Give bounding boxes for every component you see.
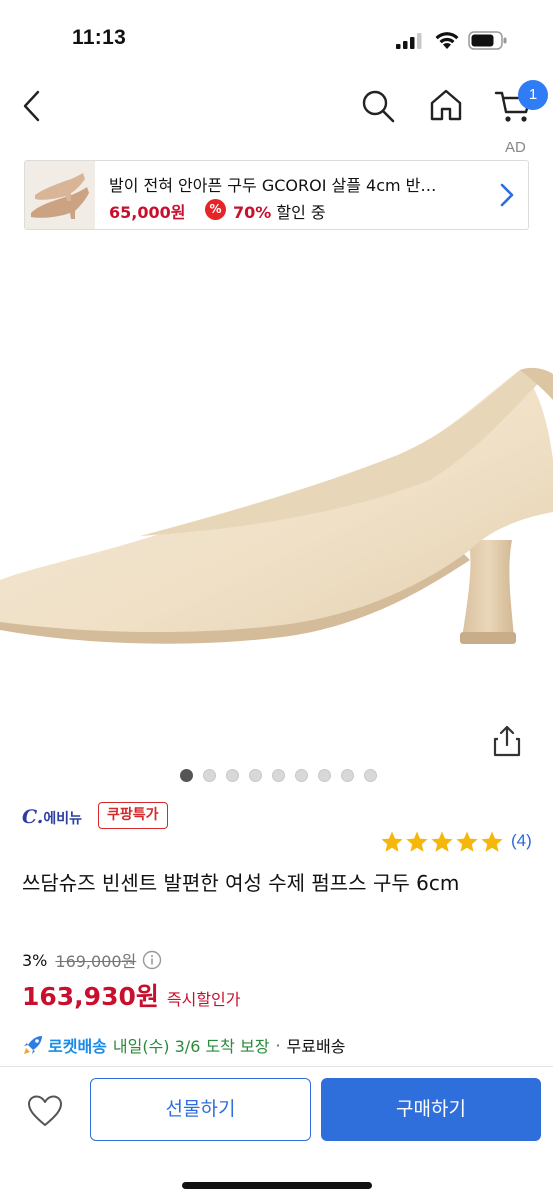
rocket-icon xyxy=(24,1036,42,1054)
gallery-dot[interactable] xyxy=(180,769,193,782)
home-indicator xyxy=(182,1182,372,1189)
ad-title: 발이 전혀 안아픈 구두 GCOROI 살플 4cm 반… xyxy=(109,176,437,195)
star-icon xyxy=(406,831,428,852)
rocket-delivery-label: 로켓배송 xyxy=(48,1037,107,1056)
sale-price-row: 163,930원 즉시할인가 xyxy=(22,977,240,1013)
buy-button[interactable]: 구매하기 xyxy=(321,1078,541,1141)
ad-banner[interactable]: 발이 전혀 안아픈 구두 GCOROI 살플 4cm 반… 65,000원 % … xyxy=(24,160,529,230)
sale-price: 163,930원 xyxy=(22,982,159,1011)
back-icon[interactable] xyxy=(18,88,48,124)
gallery-dot[interactable] xyxy=(364,769,377,782)
ad-product-thumbnail xyxy=(25,161,95,229)
gallery-dot[interactable] xyxy=(341,769,354,782)
gallery-pagination xyxy=(180,769,377,783)
status-time: 11:13 xyxy=(72,26,127,49)
ad-discount-pct: 70% xyxy=(233,203,272,222)
delivery-separator: · xyxy=(275,1035,281,1055)
gallery-dot[interactable] xyxy=(318,769,331,782)
product-image[interactable] xyxy=(0,250,553,750)
battery-icon xyxy=(468,31,507,50)
free-shipping: 무료배송 xyxy=(286,1037,346,1056)
share-icon[interactable] xyxy=(490,724,524,758)
arrival-date: 내일(수) 3/6 도착 보장 xyxy=(112,1037,270,1056)
delivery-info: 로켓배송 내일(수) 3/6 도착 보장 · 무료배송 xyxy=(22,1033,345,1057)
info-icon[interactable] xyxy=(142,950,162,970)
ad-price: 65,000원 xyxy=(109,203,186,222)
chevron-right-icon xyxy=(500,183,514,207)
gallery-dot[interactable] xyxy=(272,769,285,782)
ad-discount-suffix: 할인 중 xyxy=(271,203,326,222)
gallery-dot[interactable] xyxy=(249,769,262,782)
gallery-dot[interactable] xyxy=(226,769,239,782)
gift-button[interactable]: 선물하기 xyxy=(90,1078,311,1141)
product-title: 쓰담슈즈 빈센트 발편한 여성 수제 펌프스 구두 6cm xyxy=(22,871,460,895)
brand-link[interactable]: C.에비뉴 xyxy=(22,806,82,828)
star-icon xyxy=(431,831,453,852)
discount-percent-icon: % xyxy=(205,199,226,220)
heart-icon[interactable] xyxy=(26,1094,64,1128)
review-count[interactable]: (4) xyxy=(511,831,532,851)
sale-price-label: 즉시할인가 xyxy=(166,990,241,1009)
gallery-dot[interactable] xyxy=(203,769,216,782)
home-icon[interactable] xyxy=(428,87,464,123)
star-icon xyxy=(481,831,503,852)
brand-name: 에비뉴 xyxy=(43,811,83,827)
original-price: 169,000원 xyxy=(55,952,137,971)
signal-icon xyxy=(396,33,422,49)
ad-label: AD xyxy=(505,139,526,156)
discount-rate: 3% xyxy=(22,950,48,970)
brand-logo-mark: C. xyxy=(22,806,44,828)
search-icon[interactable] xyxy=(360,88,396,124)
gallery-dot[interactable] xyxy=(295,769,308,782)
rating-stars[interactable] xyxy=(380,830,504,854)
star-icon xyxy=(456,831,478,852)
status-bar: 11:13 xyxy=(0,0,553,70)
deal-badge: 쿠팡특가 xyxy=(98,802,168,829)
top-nav xyxy=(0,76,553,138)
star-icon xyxy=(381,831,403,852)
ad-discount-text: 70% 할인 중 xyxy=(233,199,326,223)
cart-count-badge: 1 xyxy=(518,80,548,110)
original-price-row: 3% 169,000원 xyxy=(22,948,162,972)
wifi-icon xyxy=(435,32,459,49)
